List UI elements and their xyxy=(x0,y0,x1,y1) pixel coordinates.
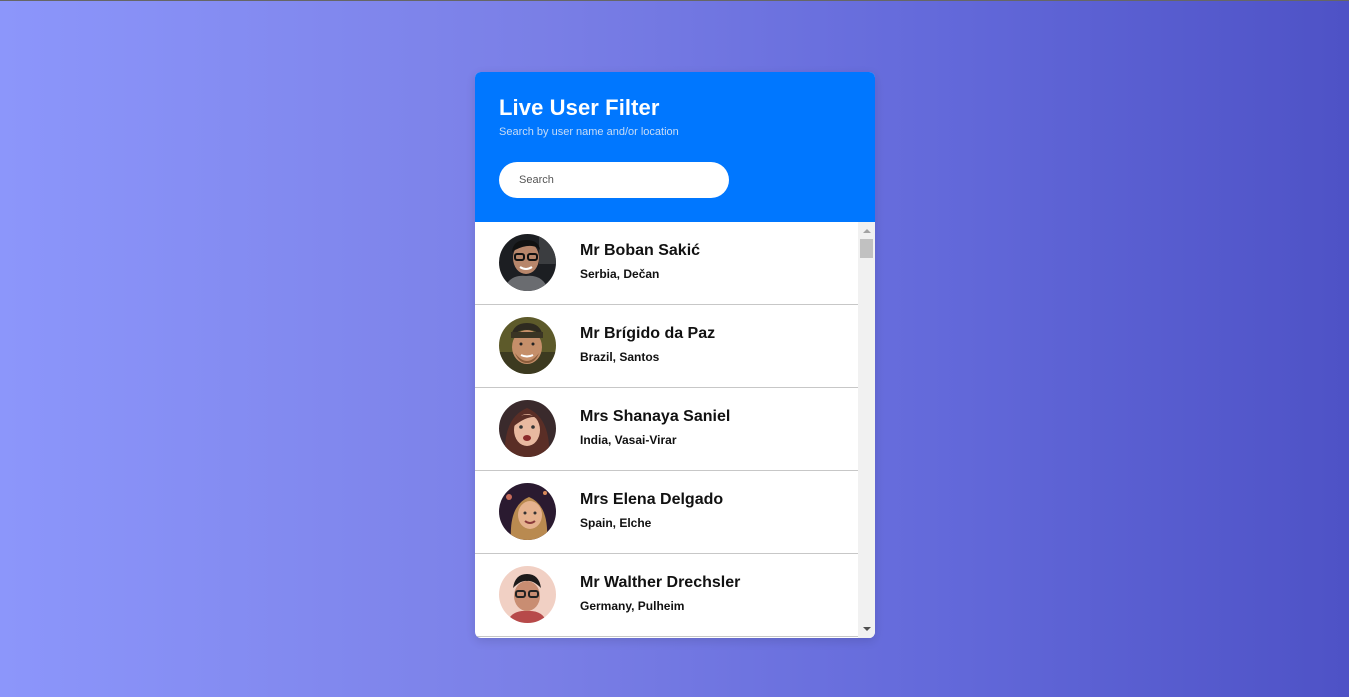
user-location: Brazil, Santos xyxy=(580,350,660,364)
scroll-up-icon[interactable] xyxy=(858,224,875,238)
list-item: Mrs Elena Delgado Spain, Elche xyxy=(475,471,858,554)
user-name: Mrs Shanaya Saniel xyxy=(580,408,731,425)
page-title: Live User Filter xyxy=(499,95,660,120)
user-location: India, Vasai-Virar xyxy=(580,433,677,447)
user-name: Mrs Elena Delgado xyxy=(580,491,724,508)
list-item: Mr Brígido da Paz Brazil, Santos xyxy=(475,305,858,388)
user-list-container[interactable]: Mr Boban Sakić Serbia, Dečan Mr Brígido … xyxy=(475,222,875,638)
avatar xyxy=(499,400,556,457)
user-name: Mr Brígido da Paz xyxy=(580,325,716,342)
avatar xyxy=(499,234,556,291)
list-item: Mr Boban Sakić Serbia, Dečan xyxy=(475,222,858,305)
user-filter-card: Live User Filter Search by user name and… xyxy=(475,72,875,638)
list-scrollbar[interactable] xyxy=(858,222,875,638)
avatar xyxy=(499,483,556,540)
user-location: Serbia, Dečan xyxy=(580,267,660,281)
avatar xyxy=(499,566,556,623)
scrollbar-thumb[interactable] xyxy=(860,239,873,258)
list-item: Mrs Shanaya Saniel India, Vasai-Virar xyxy=(475,388,858,471)
user-location: Germany, Pulheim xyxy=(580,599,685,613)
scroll-down-icon[interactable] xyxy=(858,622,875,636)
page-subtitle: Search by user name and/or location xyxy=(499,126,679,138)
avatar xyxy=(499,317,556,374)
window-top-border xyxy=(0,0,1349,1)
user-list: Mr Boban Sakić Serbia, Dečan Mr Brígido … xyxy=(475,222,858,638)
user-name: Mr Boban Sakić xyxy=(580,242,701,259)
search-input[interactable] xyxy=(499,162,729,198)
list-item: Mr Walther Drechsler Germany, Pulheim xyxy=(475,554,858,637)
card-header: Live User Filter Search by user name and… xyxy=(475,72,875,222)
user-location: Spain, Elche xyxy=(580,516,652,530)
user-name: Mr Walther Drechsler xyxy=(580,574,741,591)
